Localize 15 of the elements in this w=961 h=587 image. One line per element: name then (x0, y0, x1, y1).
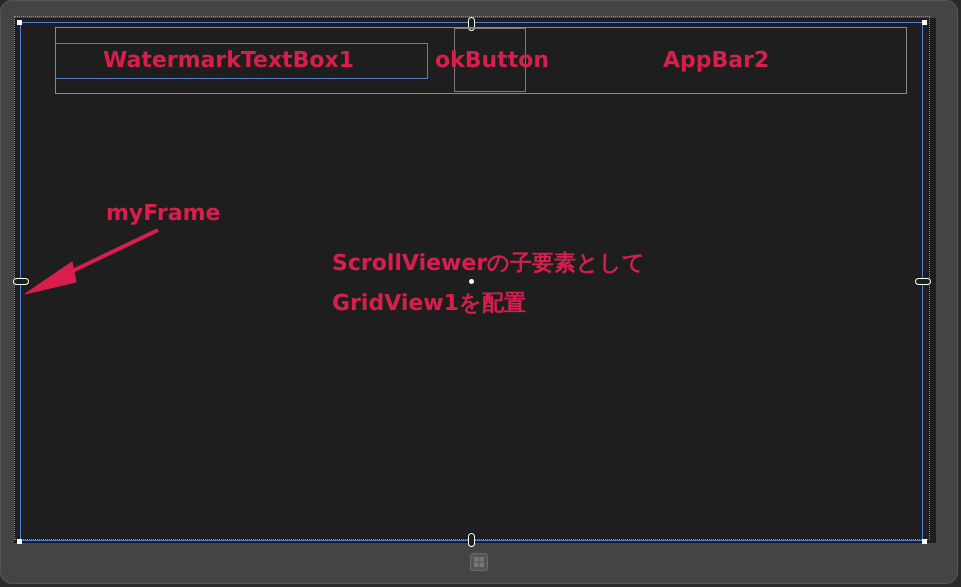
right-handle[interactable] (915, 278, 931, 285)
resize-handle[interactable] (922, 539, 927, 544)
annotation-text: GridView1を配置 (332, 293, 526, 315)
windows-button[interactable] (470, 553, 488, 571)
textbox-label: WatermarkTextBox1 (103, 50, 354, 72)
appbar-label: AppBar2 (663, 50, 770, 72)
resize-handle[interactable] (922, 20, 927, 25)
resize-handle[interactable] (17, 539, 22, 544)
annotation-text: ScrollViewerの子要素として (332, 253, 646, 275)
left-handle[interactable] (13, 278, 29, 285)
annotation-label: myFrame (106, 203, 220, 225)
windows-logo-icon (474, 557, 484, 567)
bottom-handle[interactable] (468, 533, 475, 547)
button-label: okButton (435, 50, 549, 72)
resize-handle[interactable] (17, 20, 22, 25)
